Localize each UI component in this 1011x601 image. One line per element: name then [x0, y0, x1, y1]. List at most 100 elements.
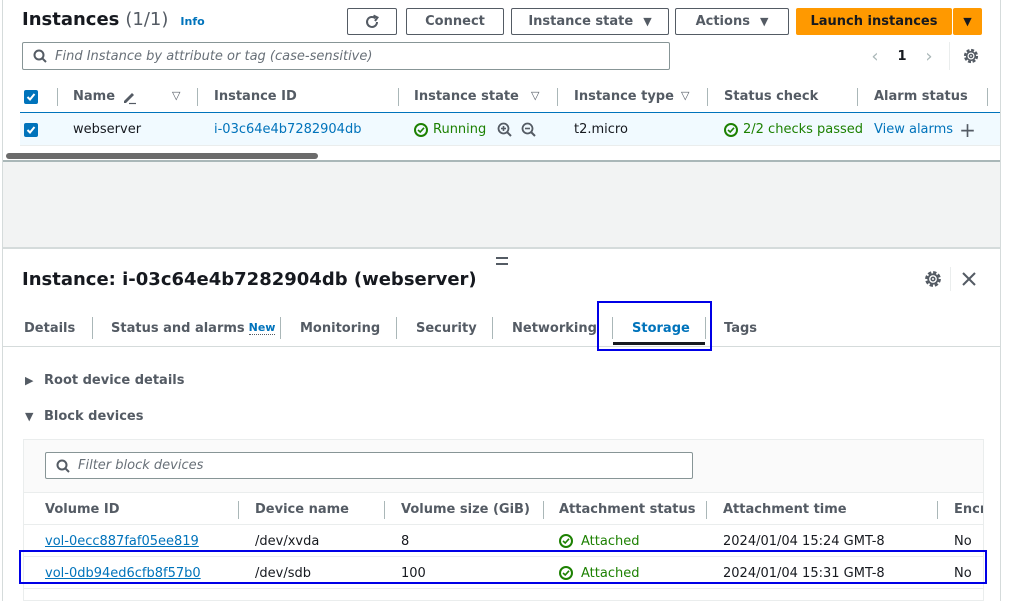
search-icon	[33, 49, 47, 63]
page-title: Instances	[22, 9, 120, 30]
info-link[interactable]: Info	[180, 15, 204, 28]
device-name: /dev/sdb	[255, 565, 311, 581]
check-circle-icon	[559, 534, 573, 548]
attachment-status: Attached	[559, 557, 639, 589]
instance-search-input[interactable]	[55, 48, 655, 64]
tab-monitoring[interactable]: Monitoring	[300, 309, 380, 347]
column-header-encrypted[interactable]: Encr	[954, 493, 983, 525]
tab-networking[interactable]: Networking	[512, 309, 597, 347]
zoom-in-icon[interactable]	[497, 122, 513, 138]
block-devices-toggle[interactable]: ▼ Block devices	[25, 409, 144, 424]
column-header-attachment-time[interactable]: Attachment time	[723, 493, 847, 525]
split-pane-gap	[3, 162, 1000, 249]
encrypted: No	[954, 565, 972, 581]
tab-status-and-alarms[interactable]: Status and alarms New	[111, 309, 276, 347]
tab-divider	[492, 317, 493, 339]
tab-divider	[396, 317, 397, 339]
column-header-volume-id[interactable]: Volume ID	[45, 493, 120, 525]
table-row: vol-0ecc887faf05ee819 /dev/xvda 8 Attach…	[24, 525, 983, 557]
column-divider[interactable]	[557, 88, 558, 106]
block-devices-container: Volume ID Device name Volume size (GiB) …	[23, 439, 984, 601]
instance-state-label: Instance state	[528, 14, 634, 29]
horizontal-scrollbar[interactable]	[6, 153, 318, 159]
pager-divider	[949, 42, 950, 70]
launch-dropdown-button[interactable]: ▼	[953, 8, 982, 35]
block-devices-filter[interactable]	[45, 452, 693, 479]
volume-id-link[interactable]: vol-0db94ed6cfb8f57b0	[45, 557, 201, 589]
current-page[interactable]: 1	[885, 49, 919, 64]
tab-details[interactable]: Details	[24, 309, 75, 347]
column-divider[interactable]	[398, 88, 399, 106]
tab-security[interactable]: Security	[416, 309, 477, 347]
refresh-icon	[366, 14, 379, 28]
tab-divider	[705, 317, 706, 339]
column-divider[interactable]	[857, 88, 858, 106]
actions-dropdown[interactable]: Actions ▼	[675, 8, 789, 35]
column-divider[interactable]	[543, 501, 544, 519]
edit-pencil-icon	[124, 92, 137, 104]
instances-heading: Instances (1/1) Info	[22, 9, 205, 30]
add-alarm-icon[interactable]: +	[959, 118, 976, 142]
table-row[interactable]: webserver i-03c64e4b7282904db Running t2…	[20, 113, 1000, 146]
caret-down-icon: ▼	[759, 15, 769, 28]
resize-handle[interactable]	[496, 257, 508, 265]
attachment-status: Attached	[559, 525, 639, 557]
caret-right-icon: ▶	[25, 374, 34, 387]
instance-id-link[interactable]: i-03c64e4b7282904db	[214, 113, 361, 146]
column-header-device-name[interactable]: Device name	[255, 493, 349, 525]
column-divider[interactable]	[707, 88, 708, 106]
column-divider[interactable]	[706, 501, 707, 519]
tab-tags[interactable]: Tags	[724, 309, 757, 347]
settings-gear-icon[interactable]	[962, 47, 980, 65]
filter-icon[interactable]: ▽	[531, 89, 539, 102]
block-devices-table: Volume ID Device name Volume size (GiB) …	[24, 492, 983, 600]
filter-icon[interactable]: ▽	[681, 89, 689, 102]
select-all-checkbox[interactable]	[24, 80, 38, 113]
alarm-status: View alarms +	[874, 113, 976, 146]
column-divider[interactable]	[987, 88, 988, 106]
row-checkbox[interactable]	[24, 113, 38, 146]
caret-down-icon: ▼	[643, 15, 652, 28]
refresh-button[interactable]	[347, 8, 397, 35]
column-divider[interactable]	[238, 501, 239, 519]
new-badge: New	[248, 321, 276, 335]
column-header-status-check[interactable]: Status check	[724, 80, 818, 113]
root-device-details-toggle[interactable]: ▶ Root device details	[25, 373, 184, 388]
instance-search[interactable]	[22, 42, 670, 70]
next-page-button[interactable]: ›	[919, 46, 939, 67]
launch-instances-button[interactable]: Launch instances	[796, 8, 952, 35]
tab-divider	[280, 317, 281, 339]
block-devices-filter-input[interactable]	[78, 458, 678, 473]
settings-gear-icon[interactable]	[923, 269, 943, 289]
column-header-alarm-status[interactable]: Alarm status	[874, 80, 968, 113]
instance-details-panel: Instance: i-03c64e4b7282904db (webserver…	[3, 251, 1000, 601]
instances-panel: Instances (1/1) Info Connect Instance st…	[3, 0, 1000, 162]
check-circle-icon	[724, 122, 738, 137]
details-title: Instance: i-03c64e4b7282904db (webserver…	[22, 269, 477, 290]
volume-size: 100	[401, 565, 426, 581]
tab-divider	[612, 317, 613, 339]
active-tab-indicator	[613, 342, 705, 345]
column-header-attachment-status[interactable]: Attachment status	[559, 493, 696, 525]
close-icon[interactable]	[961, 271, 977, 287]
app-frame: Instances (1/1) Info Connect Instance st…	[2, 0, 1001, 601]
connect-button[interactable]: Connect	[406, 8, 504, 35]
zoom-out-icon[interactable]	[521, 122, 537, 138]
column-header-volume-size[interactable]: Volume size (GiB)	[401, 493, 530, 525]
volume-id-link[interactable]: vol-0ecc887faf05ee819	[45, 525, 199, 557]
column-divider[interactable]	[197, 88, 198, 106]
attachment-time: 2024/01/04 15:24 GMT-8	[723, 533, 885, 549]
prev-page-button[interactable]: ‹	[865, 46, 885, 67]
instance-state-dropdown[interactable]: Instance state ▼	[511, 8, 669, 35]
column-header-name[interactable]: Name	[73, 80, 137, 113]
column-header-instance-state[interactable]: Instance state	[414, 80, 519, 113]
column-divider[interactable]	[384, 501, 385, 519]
instances-count: (1/1)	[125, 9, 169, 30]
column-divider[interactable]	[937, 501, 938, 519]
column-header-instance-id[interactable]: Instance ID	[214, 80, 297, 113]
view-alarms-link[interactable]: View alarms	[874, 122, 953, 137]
filter-icon[interactable]: ▽	[172, 89, 180, 102]
tab-divider	[92, 317, 93, 339]
instance-type: t2.micro	[574, 122, 628, 137]
column-header-instance-type[interactable]: Instance type	[574, 80, 674, 113]
